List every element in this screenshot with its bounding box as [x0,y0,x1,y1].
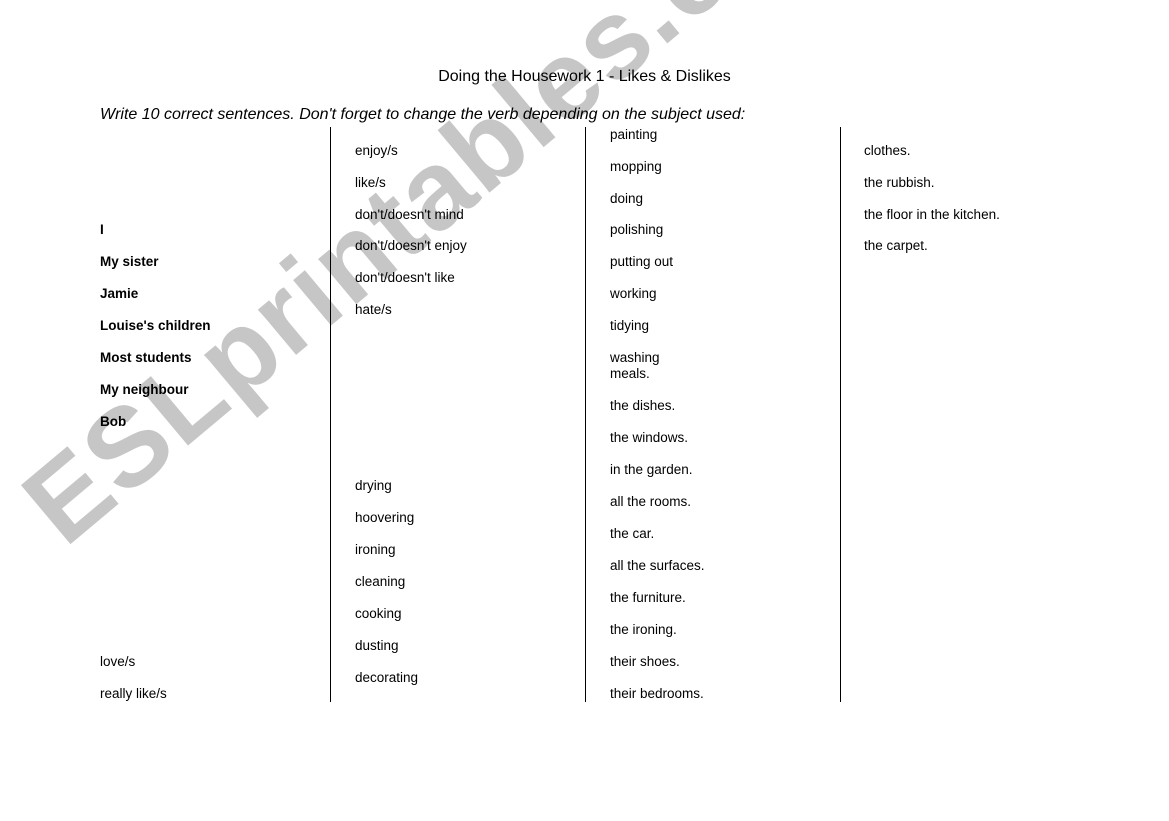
object-item: clothes. [864,143,911,158]
verb-item: don't/doesn't enjoy [355,238,467,253]
object-item: the car. [610,526,655,541]
verb-item: don't/doesn't mind [355,207,464,222]
object-item: their bedrooms. [610,686,704,701]
gerund-item: putting out [610,254,674,269]
subject-item: Jamie [100,286,139,301]
object-item: the ironing. [610,622,677,637]
subject-item: I [100,222,104,237]
subject-item: Louise's children [100,318,211,333]
gerund-item: tidying [610,318,650,333]
column-divider [840,127,841,702]
verb-item: enjoy/s [355,143,398,158]
object-item: all the surfaces. [610,558,705,573]
object-item: the windows. [610,430,689,445]
gerund-item: decorating [355,670,419,685]
gerund-item: polishing [610,222,664,237]
object-item: in the garden. [610,462,693,477]
object-item: the dishes. [610,398,676,413]
verb-item: hate/s [355,302,392,317]
object-item: all the rooms. [610,494,692,509]
gerund-item: hoovering [355,510,415,525]
subject-item: My sister [100,254,159,269]
gerund-item: washing [610,350,660,365]
gerund-item: ironing [355,542,396,557]
gerund-item: cooking [355,606,402,621]
column-divider [330,127,331,702]
gerund-item: working [610,286,657,301]
verb-item: love/s [100,654,136,669]
gerund-item: mopping [610,159,662,174]
verb-item: don't/doesn't like [355,270,455,285]
gerund-item: dusting [355,638,399,653]
verb-item: like/s [355,175,386,190]
subject-item: Most students [100,350,192,365]
gerund-item: doing [610,191,644,206]
object-item: the rubbish. [864,175,935,190]
column-divider [585,127,586,702]
gerund-item: painting [610,127,658,142]
object-item: meals. [610,366,650,381]
gerund-item: cleaning [355,574,406,589]
verb-item: really like/s [100,686,167,701]
object-item: the floor in the kitchen. [864,207,1000,222]
object-item: their shoes. [610,654,680,669]
object-item: the furniture. [610,590,686,605]
object-item: the carpet. [864,238,928,253]
gerund-item: drying [355,478,392,493]
subject-item: Bob [100,414,127,429]
worksheet-title: Doing the Housework 1 - Likes & Dislikes [438,68,731,85]
instructions: Write 10 correct sentences. Don't forget… [100,106,746,123]
subject-item: My neighbour [100,382,189,397]
